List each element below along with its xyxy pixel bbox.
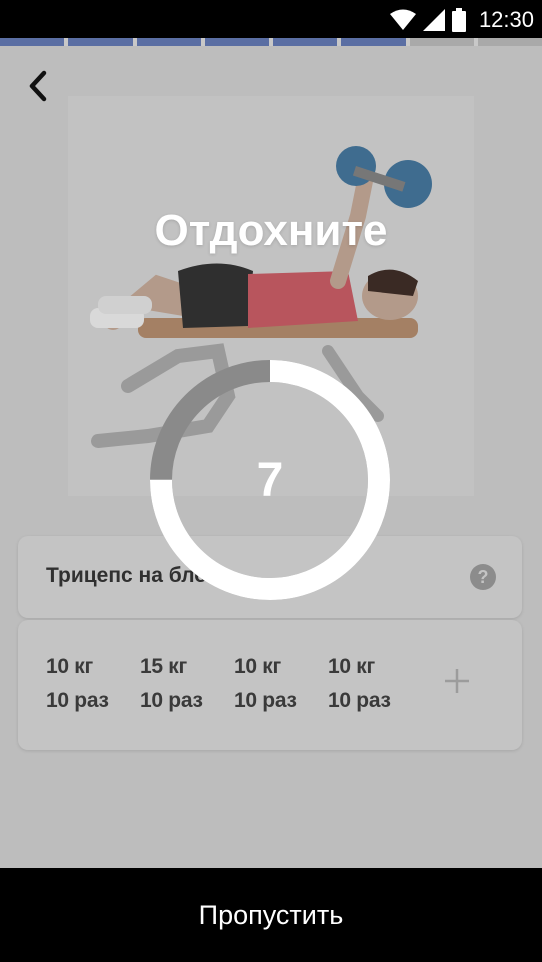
set-weight: 10 кг — [46, 655, 93, 678]
set-reps: 10 раз — [234, 689, 297, 712]
progress-segment-done — [273, 38, 338, 46]
set-weight: 15 кг — [140, 655, 187, 678]
progress-segment-done — [0, 38, 65, 46]
set-item[interactable]: 10 кг 10 раз — [46, 650, 109, 718]
plus-icon — [445, 669, 469, 693]
back-button[interactable] — [22, 70, 54, 102]
add-set-button[interactable] — [442, 666, 472, 696]
signal-icon — [422, 9, 445, 31]
set-reps: 10 раз — [46, 689, 109, 712]
status-bar: 12:30 — [0, 0, 542, 38]
set-item[interactable]: 10 кг 10 раз — [234, 650, 297, 718]
progress-segment-done — [204, 38, 269, 46]
progress-segment-done — [68, 38, 133, 46]
rest-title: Отдохните — [154, 206, 388, 255]
set-reps: 10 раз — [140, 689, 203, 712]
set-item[interactable]: 15 кг 10 раз — [140, 650, 203, 718]
progress-segment-pending — [477, 38, 542, 46]
rest-countdown: 7 — [256, 453, 284, 507]
help-icon: ? — [477, 566, 489, 587]
set-weight: 10 кг — [328, 655, 375, 678]
battery-icon — [451, 8, 466, 32]
back-arrow-icon — [29, 70, 47, 102]
help-button[interactable]: ? — [470, 564, 496, 590]
status-time: 12:30 — [478, 7, 534, 32]
set-reps: 10 раз — [328, 689, 391, 712]
set-item[interactable]: 10 кг 10 раз — [328, 650, 391, 718]
sets-card: 10 кг 10 раз 15 кг 10 раз 10 кг 10 раз 1… — [18, 620, 522, 750]
progress-segment-done — [136, 38, 201, 46]
skip-label: Пропустить — [198, 899, 344, 930]
workout-progress-bar — [0, 38, 542, 46]
progress-segment-done — [341, 38, 406, 46]
progress-segment-pending — [409, 38, 474, 46]
wifi-icon — [389, 9, 416, 30]
set-weight: 10 кг — [234, 655, 281, 678]
skip-button[interactable]: Пропустить — [0, 868, 542, 962]
